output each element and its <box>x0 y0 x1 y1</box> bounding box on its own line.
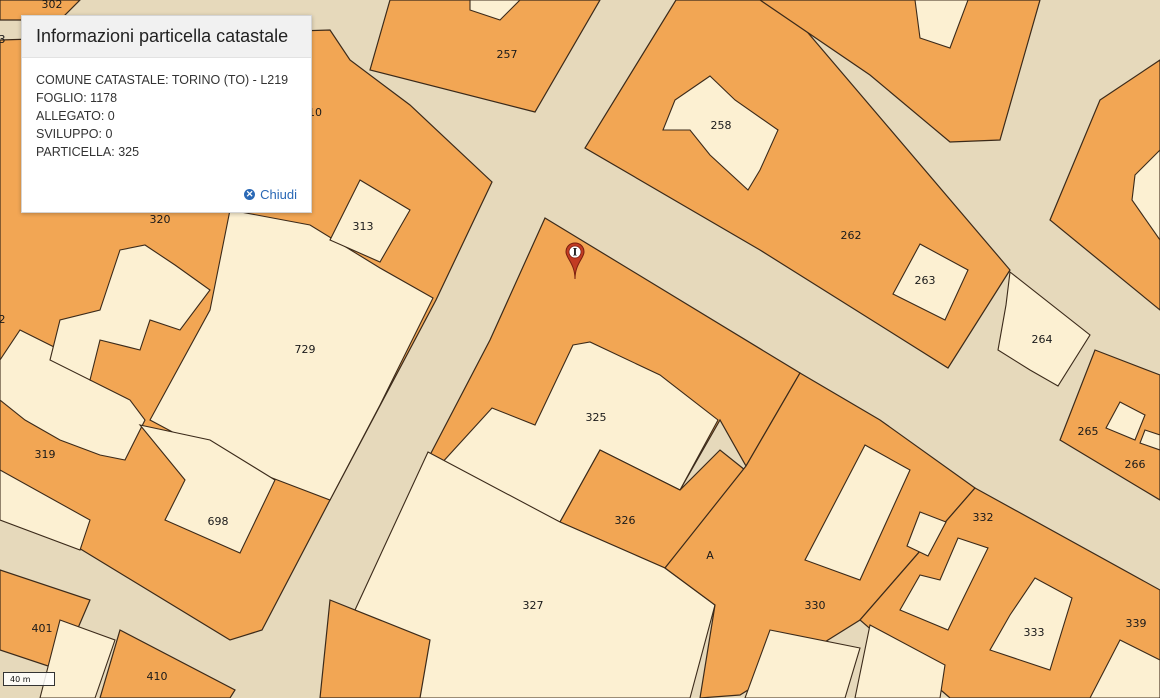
parcel-label-325: 325 <box>586 411 607 424</box>
parcel-label-266: 266 <box>1125 458 1146 471</box>
parcel-label-A: A <box>706 549 714 562</box>
parcel-label-330: 330 <box>805 599 826 612</box>
info-sviluppo: SVILUPPO: 0 <box>36 127 113 141</box>
map-pin-icon[interactable]: I <box>565 242 585 280</box>
close-label: Chiudi <box>260 187 297 202</box>
parcel-label-320: 320 <box>150 213 171 226</box>
parcel-label-257: 257 <box>497 48 518 61</box>
parcel-label-327: 327 <box>523 599 544 612</box>
parcel-label-339: 339 <box>1126 617 1147 630</box>
info-comune: COMUNE CATASTALE: TORINO (TO) - L219 <box>36 73 289 87</box>
scale-bar: 40 m <box>3 672 55 686</box>
parcel-label-326: 326 <box>615 514 636 527</box>
popup-body: COMUNE CATASTALE: TORINO (TO) - L219 FOG… <box>22 58 311 161</box>
parcel-label-401: 401 <box>32 622 53 635</box>
parcel-label-319: 319 <box>35 448 56 461</box>
parcel-label-302: 302 <box>42 0 63 11</box>
parcel-info-popup: Informazioni particella catastale COMUNE… <box>21 15 312 213</box>
parcel-label-410: 410 <box>147 670 168 683</box>
info-allegato: ALLEGATO: 0 <box>36 109 115 123</box>
svg-text:I: I <box>573 248 578 259</box>
parcel-label-698: 698 <box>208 515 229 528</box>
info-particella: PARTICELLA: 325 <box>36 145 140 159</box>
parcel-label-264: 264 <box>1032 333 1053 346</box>
parcel-label-313: 313 <box>353 220 374 233</box>
close-circle-icon: ✕ <box>244 189 256 200</box>
parcel-label-262: 262 <box>841 229 862 242</box>
parcel-label-333: 333 <box>1024 626 1045 639</box>
parcel-label-265: 265 <box>1078 425 1099 438</box>
parcel-label-332: 332 <box>973 511 994 524</box>
popup-title: Informazioni particella catastale <box>36 26 289 46</box>
parcel-label-729: 729 <box>295 343 316 356</box>
parcel-label-258: 258 <box>711 119 732 132</box>
parcel-label-263: 263 <box>915 274 936 287</box>
close-button[interactable]: ✕ Chiudi <box>244 187 297 202</box>
parcel-label-edge-2: 2 <box>0 313 6 326</box>
info-foglio: FOGLIO: 1178 <box>36 91 118 105</box>
parcel-label-edge-1: 3 <box>0 33 6 46</box>
popup-header: Informazioni particella catastale <box>22 16 311 58</box>
